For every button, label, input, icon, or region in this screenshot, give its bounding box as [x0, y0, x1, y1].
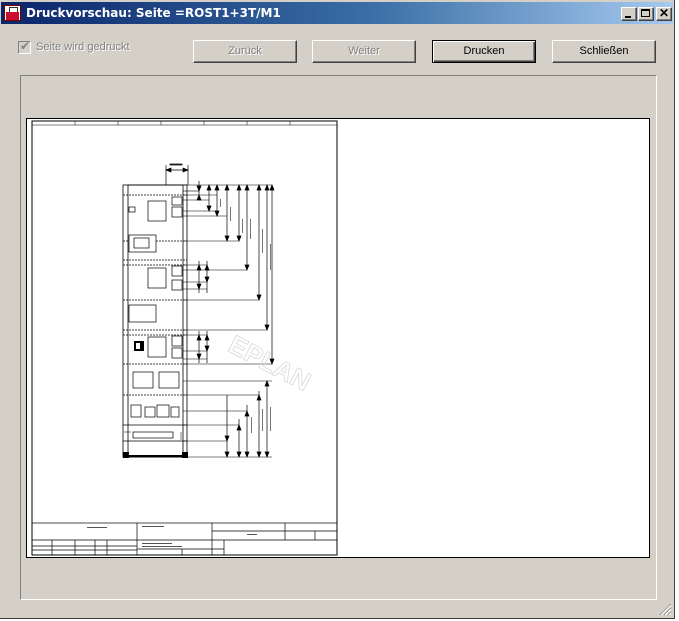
resize-grip-icon[interactable] — [658, 602, 672, 616]
eplan-app-icon[interactable] — [4, 5, 21, 21]
title-bar[interactable]: Druckvorschau: Seite =ROST1+3T/M1 ✕ — [1, 2, 673, 24]
minimize-icon — [625, 16, 631, 18]
maximize-icon — [641, 9, 650, 17]
page-printed-label: Seite wird gedruckt — [36, 41, 130, 53]
minimize-button[interactable] — [621, 7, 637, 21]
checkmark-icon: ✔ — [20, 39, 31, 53]
page-printed-checkbox[interactable]: ✔ — [18, 39, 31, 54]
schematic-page-preview: EPLAN — [31, 120, 338, 556]
close-button[interactable]: Schließen — [552, 40, 656, 63]
close-icon: ✕ — [658, 6, 670, 20]
next-button[interactable]: Weiter — [312, 40, 416, 63]
maximize-button[interactable] — [638, 7, 654, 21]
close-window-button[interactable]: ✕ — [656, 6, 672, 21]
back-button[interactable]: Zurück — [193, 40, 297, 63]
print-button[interactable]: Drucken — [432, 40, 536, 63]
preview-page-area[interactable]: EPLAN — [26, 118, 650, 558]
window-title: Druckvorschau: Seite =ROST1+3T/M1 — [26, 6, 281, 20]
print-preview-window: Druckvorschau: Seite =ROST1+3T/M1 ✕ ✔ Se… — [0, 0, 675, 619]
watermark-text: EPLAN — [224, 329, 316, 397]
